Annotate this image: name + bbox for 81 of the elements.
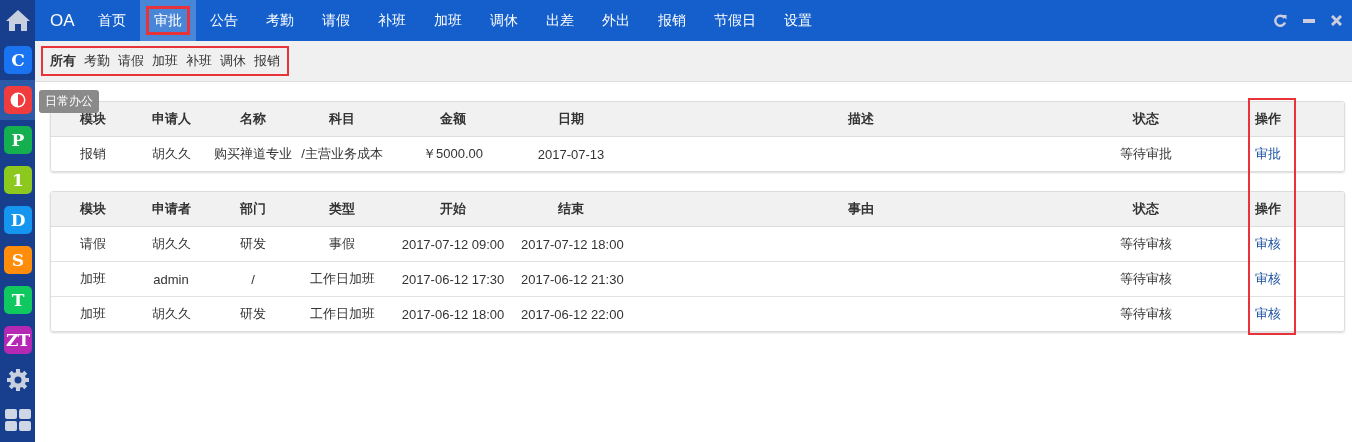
nav-tab[interactable]: 出差 — [531, 0, 588, 41]
table-cell: 请假 — [51, 226, 135, 262]
table-cell: 工作日加班 — [299, 296, 385, 331]
table-cell: 胡久久 — [135, 226, 207, 262]
filter-tab[interactable]: 考勤 — [80, 50, 114, 72]
nav-tab[interactable]: 补班 — [363, 0, 420, 41]
filter-tab[interactable]: 报销 — [250, 50, 284, 72]
action-link[interactable]: 审批 — [1254, 146, 1281, 161]
sidebar-item[interactable]: C — [0, 40, 35, 80]
filter-tab[interactable]: 补班 — [182, 50, 216, 72]
column-header: 金额 — [385, 102, 521, 137]
refresh-icon[interactable] — [1274, 14, 1287, 27]
column-header: 日期 — [521, 102, 621, 137]
nav-tab[interactable]: 报销 — [643, 0, 700, 41]
nav-tab[interactable]: 外出 — [587, 0, 644, 41]
column-header: 申请者 — [135, 192, 207, 227]
column-header: 类型 — [299, 192, 385, 227]
column-header: 描述 — [621, 102, 1101, 137]
table-cell: 购买禅道专业 — [207, 136, 299, 171]
filter-tab[interactable]: 调休 — [216, 50, 250, 72]
grid-icon[interactable] — [4, 409, 31, 431]
table-cell: 等待审核 — [1101, 261, 1191, 297]
column-header: 申请人 — [135, 102, 207, 137]
table-cell: 2017-06-12 17:30 — [385, 261, 521, 297]
nav-tab[interactable]: 首页 — [83, 0, 140, 41]
column-header: 状态 — [1101, 102, 1191, 137]
column-header: 名称 — [207, 102, 299, 137]
settings-icon[interactable] — [5, 368, 30, 392]
home-icon[interactable] — [4, 8, 31, 32]
app-icon[interactable]: ZT — [3, 326, 32, 354]
nav-tab[interactable]: 考勤 — [251, 0, 308, 41]
app-brand: OA — [49, 9, 76, 32]
action-link[interactable]: 审核 — [1254, 306, 1281, 321]
column-header: 开始 — [385, 192, 521, 227]
table-cell: 2017-07-12 09:00 — [385, 226, 521, 262]
table-cell: 2017-07-13 — [521, 136, 621, 171]
table-cell: / — [207, 261, 299, 297]
app-icon[interactable]: D — [3, 206, 32, 234]
column-header: 部门 — [207, 192, 299, 227]
table-cell: admin — [135, 261, 207, 297]
filter-tab[interactable]: 所有 — [46, 50, 80, 72]
column-header: 科目 — [299, 102, 385, 137]
table-cell: 事假 — [299, 226, 385, 262]
nav-tab[interactable]: 加班 — [419, 0, 476, 41]
tooltip: 日常办公 — [39, 90, 99, 113]
table-cell: 2017-06-12 18:00 — [385, 296, 521, 331]
table-cell: 研发 — [207, 296, 299, 331]
table-cell: /主营业务成本 — [299, 136, 385, 171]
table-cell: 等待审核 — [1101, 226, 1191, 262]
table-cell: 胡久久 — [135, 136, 207, 171]
filter-tab[interactable]: 请假 — [114, 50, 148, 72]
nav-tab[interactable]: 请假 — [307, 0, 364, 41]
minimize-icon[interactable] — [1303, 18, 1315, 23]
nav-tab[interactable]: 审批 — [139, 0, 196, 41]
filter-tab[interactable]: 加班 — [148, 50, 182, 72]
table-cell: 等待审批 — [1101, 136, 1191, 171]
table-cell: 研发 — [207, 226, 299, 262]
action-link[interactable]: 审核 — [1254, 271, 1281, 286]
column-header: 事由 — [621, 192, 1101, 227]
nav-tab[interactable]: 公告 — [195, 0, 252, 41]
app-icon[interactable]: C — [3, 46, 32, 74]
action-link[interactable]: 审核 — [1254, 236, 1281, 251]
close-icon[interactable] — [1331, 15, 1342, 26]
table-cell: 等待审核 — [1101, 296, 1191, 331]
column-header: 状态 — [1101, 192, 1191, 227]
table-cell: ￥5000.00 — [385, 136, 521, 171]
column-header: 模块 — [51, 192, 135, 227]
nav-tab[interactable]: 节假日 — [699, 0, 770, 41]
sidebar-item[interactable]: ZT — [0, 320, 35, 360]
table-cell: 加班 — [51, 296, 135, 331]
nav-tab[interactable]: 调休 — [475, 0, 532, 41]
table-cell: 报销 — [51, 136, 135, 171]
nav-tab[interactable]: 设置 — [769, 0, 826, 41]
table-cell: 胡久久 — [135, 296, 207, 331]
column-header: 操作 — [1191, 102, 1344, 137]
table-cell: 工作日加班 — [299, 261, 385, 297]
column-header: 操作 — [1191, 192, 1344, 227]
column-header: 结束 — [521, 192, 621, 227]
sidebar-item[interactable] — [0, 80, 35, 120]
sidebar-item[interactable]: D — [0, 200, 35, 240]
table-cell: 加班 — [51, 261, 135, 297]
